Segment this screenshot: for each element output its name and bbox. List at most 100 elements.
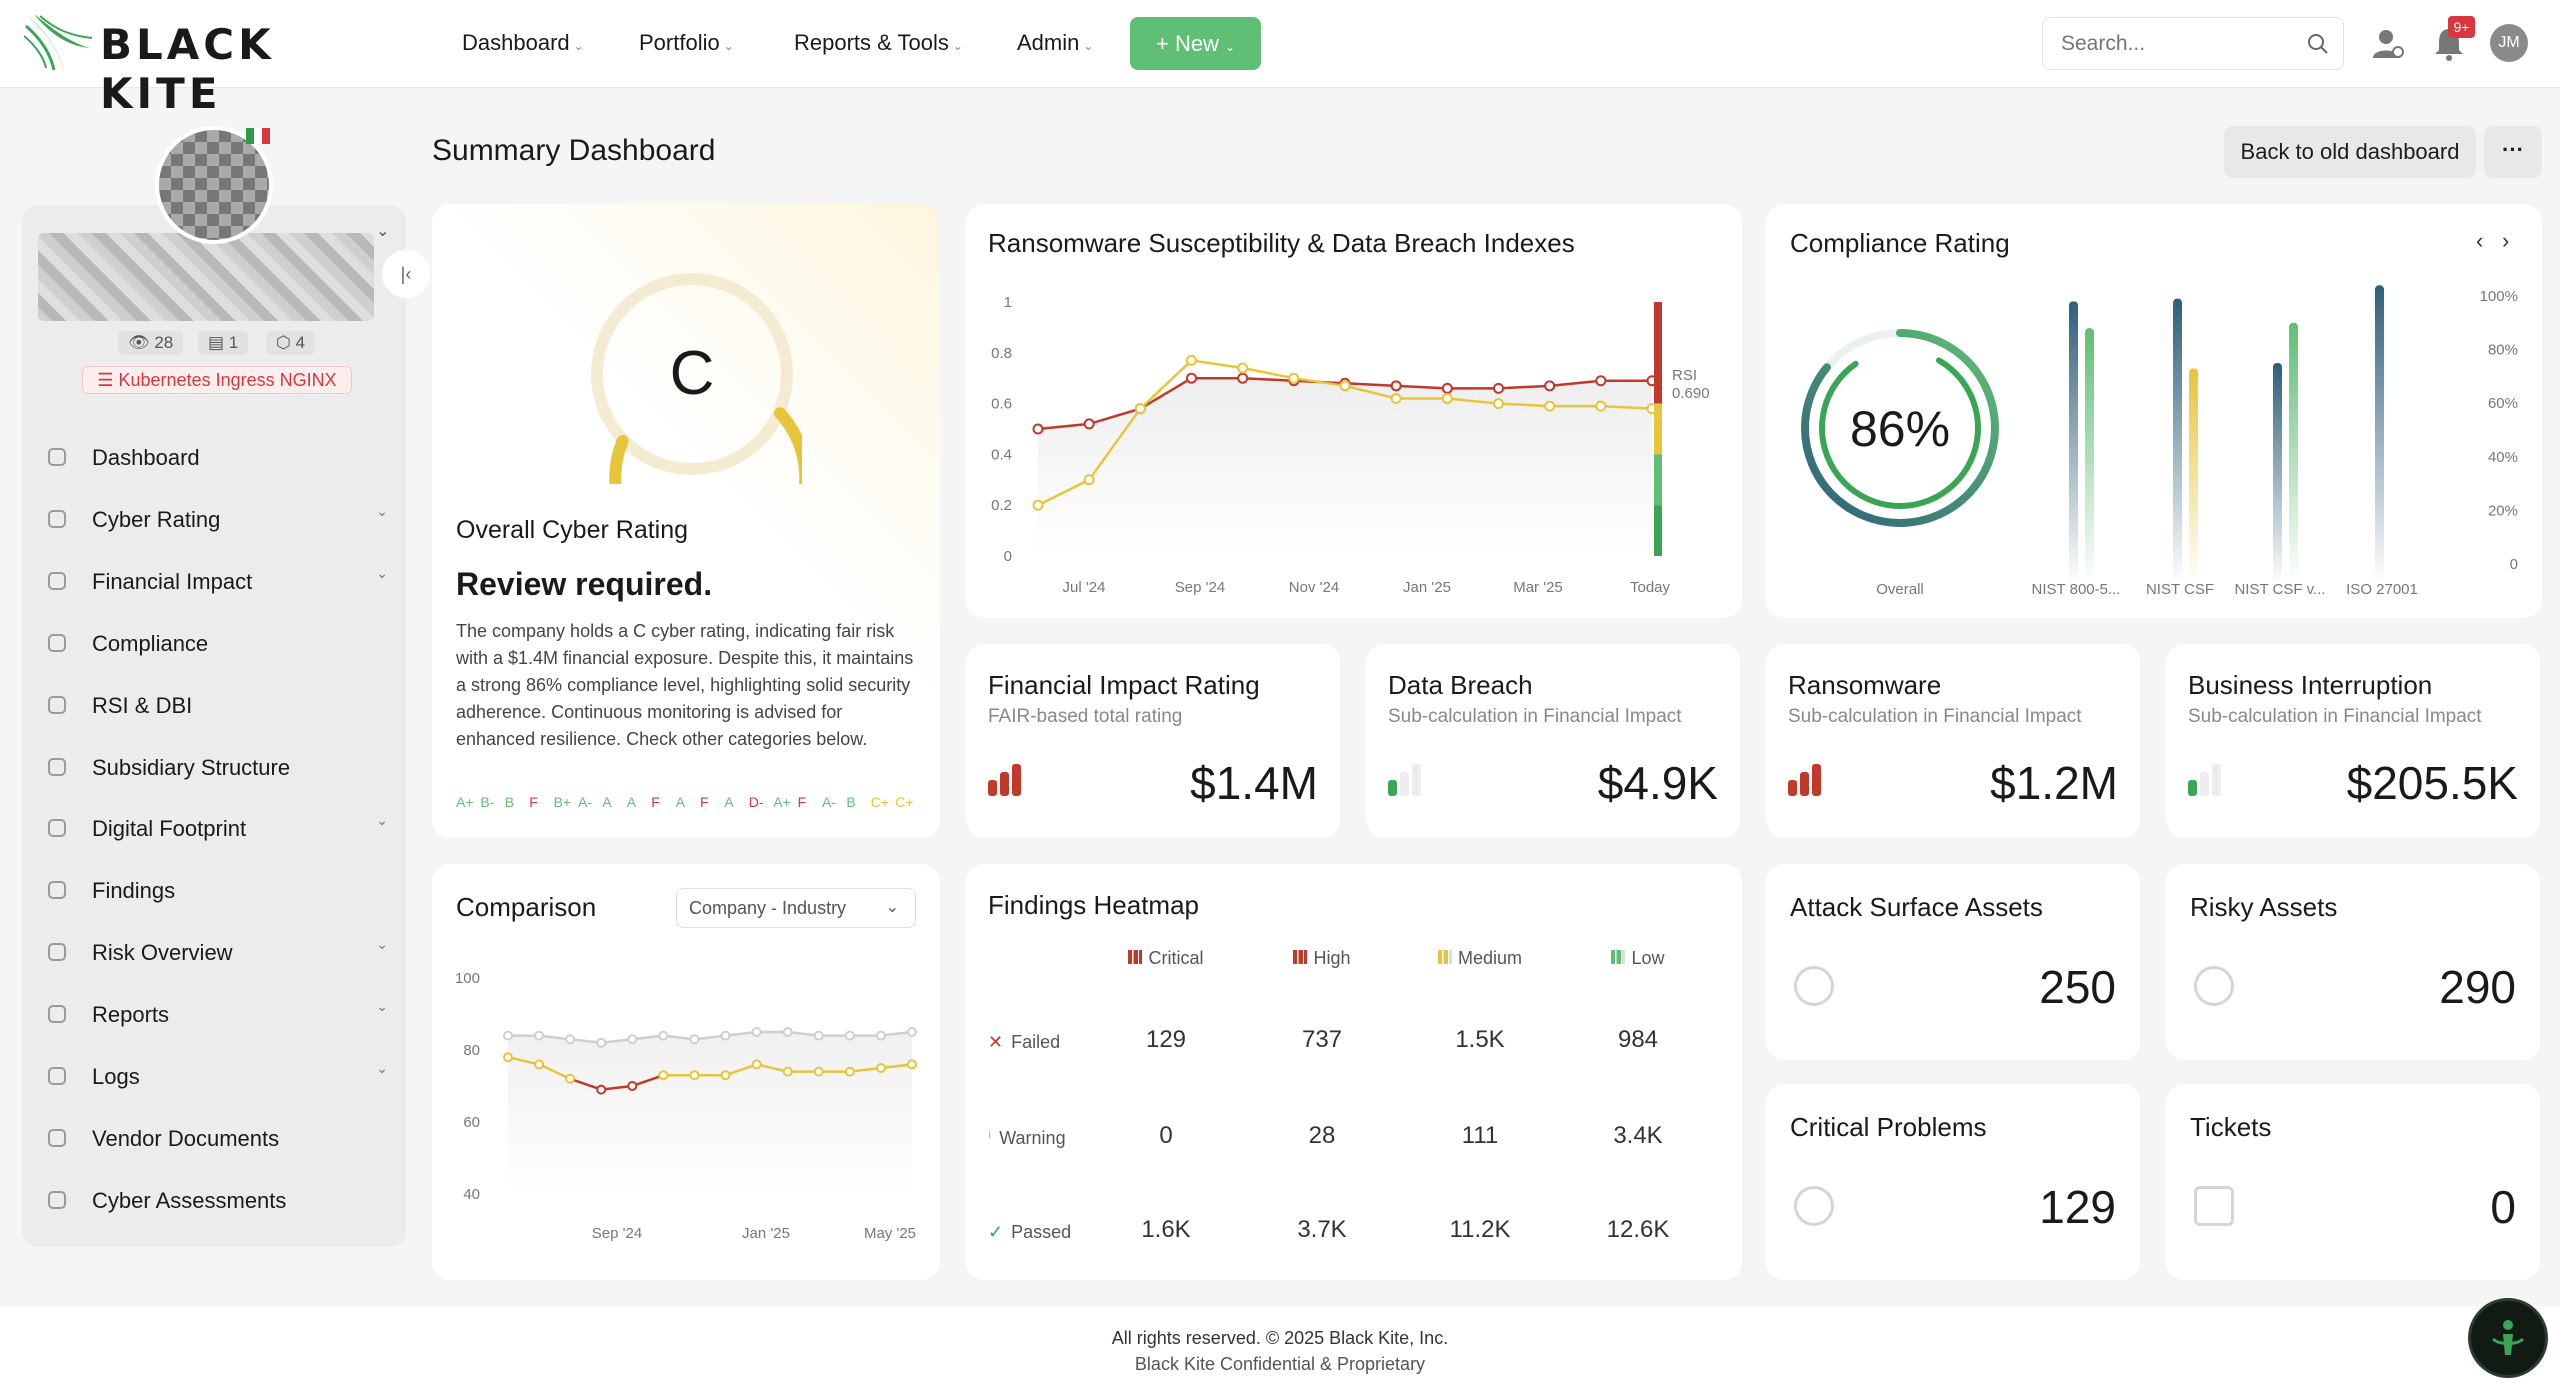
- heatmap-cell[interactable]: 3.4K: [1578, 1122, 1698, 1150]
- data-point[interactable]: [751, 1027, 762, 1037]
- overall-rating-card[interactable]: C Overall Cyber Rating Review required. …: [432, 204, 940, 838]
- category-grade[interactable]: B+: [554, 794, 572, 810]
- sidebar-item-risk-overview[interactable]: Risk Overview ⌄: [48, 932, 408, 972]
- data-point[interactable]: [1134, 403, 1146, 415]
- data-point[interactable]: [813, 1066, 824, 1077]
- category-grade[interactable]: A-: [578, 794, 592, 810]
- comparison-card[interactable]: Comparison Company - Industry ⌄ 40 60 80 100…: [432, 864, 940, 1280]
- compliance-bar-secondary[interactable]: [2289, 322, 2298, 584]
- heatmap-cell[interactable]: 1.6K: [1106, 1216, 1226, 1244]
- data-point[interactable]: [751, 1059, 762, 1070]
- heatmap-cell[interactable]: 0: [1106, 1122, 1226, 1150]
- category-grade[interactable]: A: [627, 794, 636, 810]
- data-point[interactable]: [534, 1059, 545, 1070]
- data-point[interactable]: [1339, 380, 1351, 392]
- category-grade[interactable]: C+: [895, 794, 913, 810]
- chevron-right-icon[interactable]: ›: [2502, 228, 2509, 254]
- compliance-bar-secondary[interactable]: [2189, 368, 2198, 584]
- data-point[interactable]: [534, 1030, 545, 1041]
- category-grade[interactable]: D-: [749, 794, 764, 810]
- sidebar-item-cyber-assessments[interactable]: Cyber Assessments: [48, 1180, 408, 1220]
- data-point[interactable]: [503, 1052, 513, 1063]
- category-grade[interactable]: A: [602, 794, 611, 810]
- financial-card-business-interruption[interactable]: Business Interruption Sub-calculation in …: [2166, 644, 2540, 838]
- search-icon[interactable]: [2307, 33, 2329, 55]
- findings-heatmap-card[interactable]: Findings Heatmap Critical High Medium Low ✕ F…: [966, 864, 1742, 1280]
- data-point[interactable]: [1390, 393, 1402, 405]
- compliance-bar-primary[interactable]: [2375, 285, 2384, 584]
- data-point[interactable]: [782, 1027, 793, 1037]
- data-point[interactable]: [1032, 423, 1044, 435]
- data-point[interactable]: [1441, 382, 1453, 394]
- data-point[interactable]: [689, 1034, 700, 1045]
- stat-card-attack-surface-assets[interactable]: Attack Surface Assets 250: [1766, 864, 2140, 1060]
- data-point[interactable]: [1595, 400, 1607, 412]
- technology-tag[interactable]: ☰ Kubernetes Ingress NGINX: [82, 366, 352, 394]
- data-point[interactable]: [565, 1073, 576, 1084]
- category-grade[interactable]: B: [505, 794, 514, 810]
- data-point[interactable]: [875, 1063, 886, 1073]
- heatmap-cell[interactable]: 12.6K: [1578, 1216, 1698, 1244]
- data-point[interactable]: [1237, 362, 1249, 374]
- category-grade[interactable]: B-: [480, 794, 494, 810]
- heatmap-cell[interactable]: 1.5K: [1420, 1026, 1540, 1054]
- financial-card-ransomware[interactable]: Ransomware Sub-calculation in Financial I…: [1766, 644, 2140, 838]
- data-point[interactable]: [1237, 372, 1249, 384]
- category-grade[interactable]: A: [724, 794, 733, 810]
- data-point[interactable]: [813, 1030, 824, 1041]
- data-point[interactable]: [907, 1059, 917, 1070]
- data-point[interactable]: [782, 1066, 793, 1077]
- category-grade[interactable]: B: [846, 794, 855, 810]
- data-point[interactable]: [596, 1084, 607, 1095]
- user-avatar[interactable]: JM: [2490, 24, 2528, 62]
- sidebar-item-logs[interactable]: Logs ⌄: [48, 1056, 408, 1096]
- category-grade[interactable]: A: [676, 794, 685, 810]
- data-point[interactable]: [1390, 380, 1402, 392]
- sidebar-item-dashboard[interactable]: Dashboard: [48, 437, 408, 477]
- assistant-chat-button[interactable]: [2468, 1298, 2548, 1378]
- heatmap-cell[interactable]: 111: [1420, 1122, 1540, 1150]
- ransomware-chart-card[interactable]: Ransomware Susceptibility & Data Breach …: [966, 204, 1742, 618]
- sidebar-item-financial-impact[interactable]: Financial Impact ⌄: [48, 561, 408, 601]
- data-point[interactable]: [565, 1034, 576, 1045]
- data-point[interactable]: [658, 1070, 669, 1081]
- chevron-left-icon[interactable]: ‹: [2476, 228, 2483, 254]
- compliance-bar-primary[interactable]: [2069, 301, 2078, 584]
- data-point[interactable]: [1595, 375, 1607, 387]
- data-point[interactable]: [503, 1030, 513, 1041]
- sidebar-item-cyber-rating[interactable]: Cyber Rating ⌄: [48, 499, 408, 539]
- compliance-bar-primary[interactable]: [2173, 298, 2182, 584]
- sidebar-item-findings[interactable]: Findings: [48, 870, 408, 910]
- data-point[interactable]: [844, 1030, 855, 1041]
- category-grade[interactable]: F: [529, 794, 538, 810]
- data-point[interactable]: [844, 1066, 855, 1077]
- chevron-down-icon[interactable]: ⌄: [376, 221, 389, 241]
- back-to-old-dashboard-button[interactable]: Back to old dashboard: [2224, 126, 2476, 178]
- new-button[interactable]: + New ⌄: [1130, 17, 1261, 70]
- search-input[interactable]: [2061, 30, 2291, 58]
- sidebar-item-compliance[interactable]: Compliance: [48, 623, 408, 663]
- user-settings-icon[interactable]: [2370, 26, 2406, 62]
- data-point[interactable]: [720, 1070, 731, 1081]
- data-point[interactable]: [720, 1030, 731, 1041]
- nav-portfolio[interactable]: Portfolio ⌄: [639, 30, 734, 56]
- financial-card-data-breach[interactable]: Data Breach Sub-calculation in Financial …: [1366, 644, 1740, 838]
- data-point[interactable]: [1032, 499, 1044, 511]
- comparison-dropdown[interactable]: Company - Industry ⌄: [676, 888, 916, 928]
- category-grade[interactable]: F: [651, 794, 660, 810]
- data-point[interactable]: [1544, 400, 1556, 412]
- search-box[interactable]: [2042, 17, 2344, 70]
- category-grade[interactable]: A+: [773, 794, 791, 810]
- data-point[interactable]: [627, 1034, 638, 1045]
- category-grade[interactable]: C+: [871, 794, 889, 810]
- stat-card-tickets[interactable]: Tickets 0: [2166, 1084, 2540, 1280]
- nav-dashboard[interactable]: Dashboard ⌄: [462, 30, 584, 56]
- data-point[interactable]: [907, 1027, 917, 1037]
- data-point[interactable]: [1441, 393, 1453, 405]
- financial-card-financial-impact-rating[interactable]: Financial Impact Rating FAIR-based total …: [966, 644, 1340, 838]
- heatmap-cell[interactable]: 984: [1578, 1026, 1698, 1054]
- heatmap-cell[interactable]: 11.2K: [1420, 1216, 1540, 1244]
- compliance-bar-primary[interactable]: [2273, 363, 2282, 584]
- compliance-bar-secondary[interactable]: [2085, 328, 2094, 584]
- data-point[interactable]: [1186, 354, 1197, 366]
